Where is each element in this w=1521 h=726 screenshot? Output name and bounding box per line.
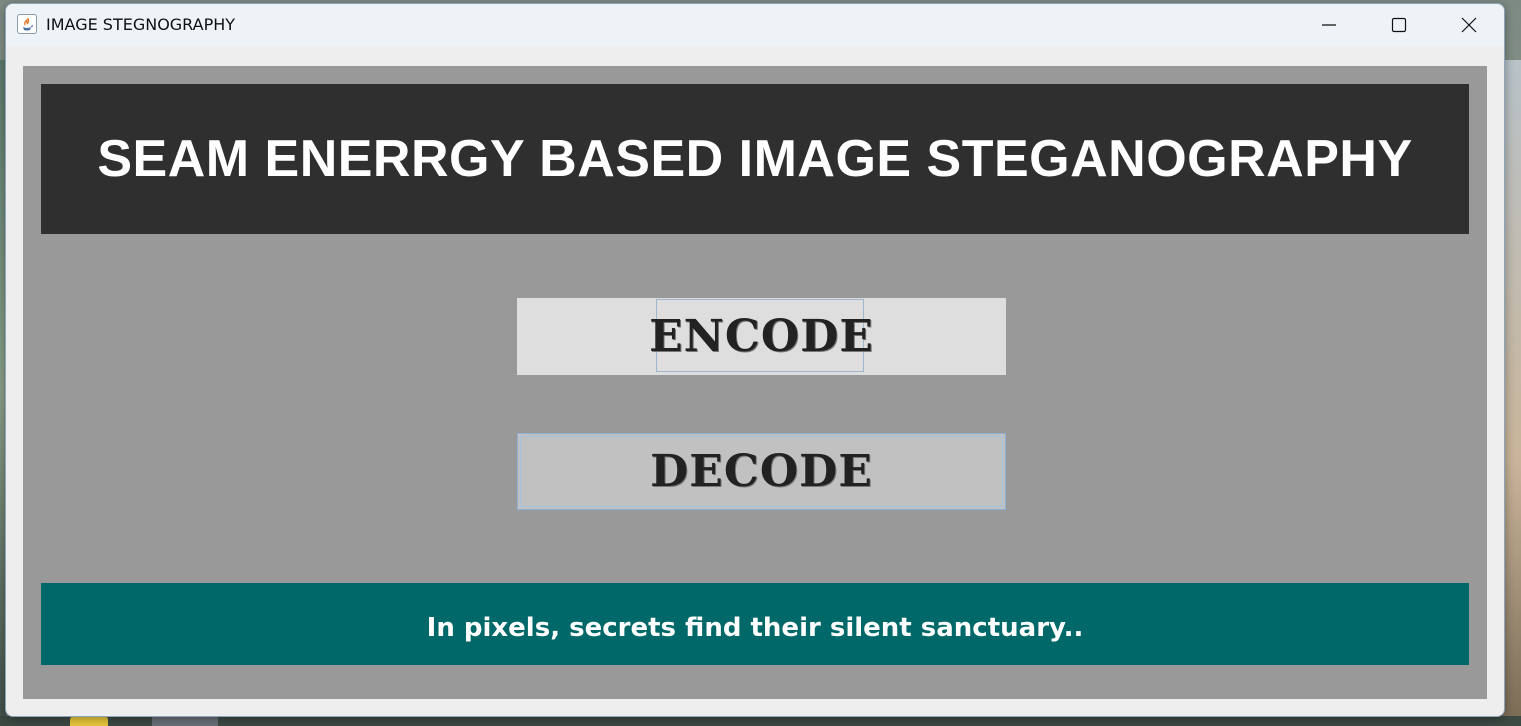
desktop-item [70, 716, 108, 726]
tagline: In pixels, secrets find their silent san… [426, 613, 1084, 643]
app-window: IMAGE STEGNOGRAPHY SEAM ENERRGY BASED IM… [5, 3, 1505, 717]
desktop-background-right [1503, 60, 1521, 726]
java-icon[interactable] [17, 14, 37, 34]
maximize-button[interactable] [1364, 4, 1434, 46]
main-panel: SEAM ENERRGY BASED IMAGE STEGANOGRAPHY E… [23, 66, 1487, 699]
encode-button[interactable]: ENCODE [517, 298, 1006, 375]
minimize-icon [1322, 24, 1336, 26]
encode-button-label: ENCODE [649, 311, 874, 362]
title-bar[interactable]: IMAGE STEGNOGRAPHY [6, 4, 1504, 46]
decode-button-label: DECODE [650, 446, 873, 497]
footer-banner: In pixels, secrets find their silent san… [41, 583, 1469, 665]
close-icon [1461, 17, 1477, 33]
taskbar-edge [0, 716, 1521, 726]
maximize-icon [1391, 17, 1407, 33]
page-title: SEAM ENERRGY BASED IMAGE STEGANOGRAPHY [97, 130, 1413, 188]
window-title: IMAGE STEGNOGRAPHY [46, 15, 236, 34]
desktop-item [152, 716, 218, 726]
decode-button[interactable]: DECODE [517, 433, 1006, 510]
close-button[interactable] [1434, 4, 1504, 46]
header-banner: SEAM ENERRGY BASED IMAGE STEGANOGRAPHY [41, 84, 1469, 234]
minimize-button[interactable] [1294, 4, 1364, 46]
